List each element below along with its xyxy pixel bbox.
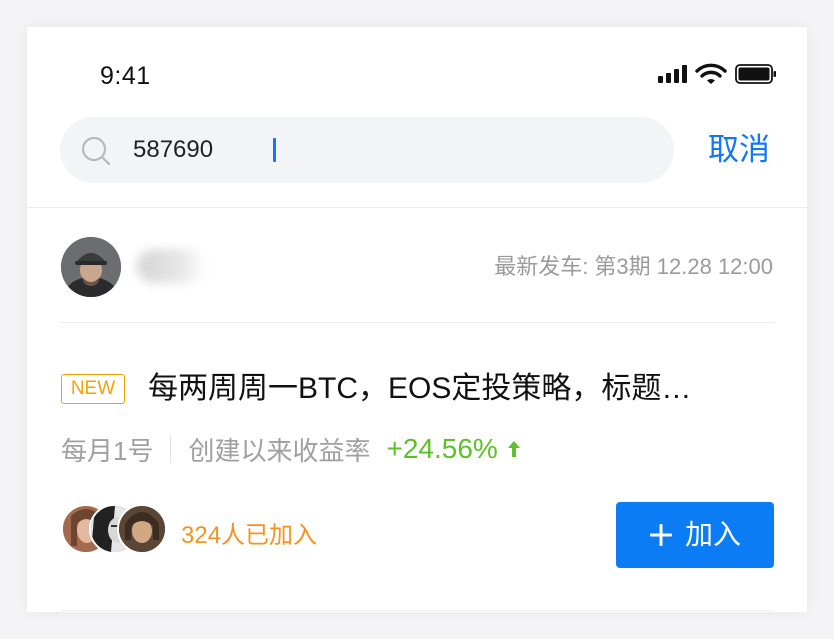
search-input[interactable]: 587690: [60, 117, 674, 183]
cancel-button[interactable]: 取消: [708, 130, 770, 170]
creator-name-blurred: [137, 249, 207, 283]
separator: [170, 435, 172, 463]
arrow-up-icon: [507, 441, 520, 457]
search-results-screen: 9:41 587690 取消 最新发车: 第3期 12.28 12:00 NEW…: [27, 27, 807, 612]
creator-avatar[interactable]: [61, 237, 121, 297]
new-badge: NEW: [61, 374, 125, 404]
joined-count: 324人已加入: [181, 522, 318, 549]
plus-icon: [649, 524, 672, 546]
investment-period: 每月1号: [61, 435, 154, 466]
join-button[interactable]: 加入: [616, 502, 774, 568]
join-button-label: 加入: [684, 519, 741, 550]
search-icon: [81, 136, 111, 166]
cellular-signal-icon: [658, 65, 687, 83]
strategy-title[interactable]: 每两周周一BTC，EOS定投策略，标题…: [148, 370, 768, 408]
member-avatar: [117, 504, 167, 554]
status-time: 9:41: [100, 62, 151, 90]
divider: [27, 207, 807, 208]
text-cursor: [273, 138, 276, 162]
battery-icon: [735, 64, 776, 84]
wifi-icon: [695, 63, 727, 84]
return-label: 创建以来收益率: [188, 435, 371, 466]
divider: [61, 610, 774, 611]
member-avatars: [61, 504, 171, 554]
search-query[interactable]: 587690: [133, 135, 213, 165]
latest-release-info: 最新发车: 第3期 12.28 12:00: [494, 254, 773, 279]
divider: [61, 322, 774, 323]
status-icons: [658, 63, 777, 85]
strategy-meta: 每月1号 创建以来收益率 +24.56%: [61, 431, 522, 467]
return-value: +24.56%: [386, 433, 498, 464]
